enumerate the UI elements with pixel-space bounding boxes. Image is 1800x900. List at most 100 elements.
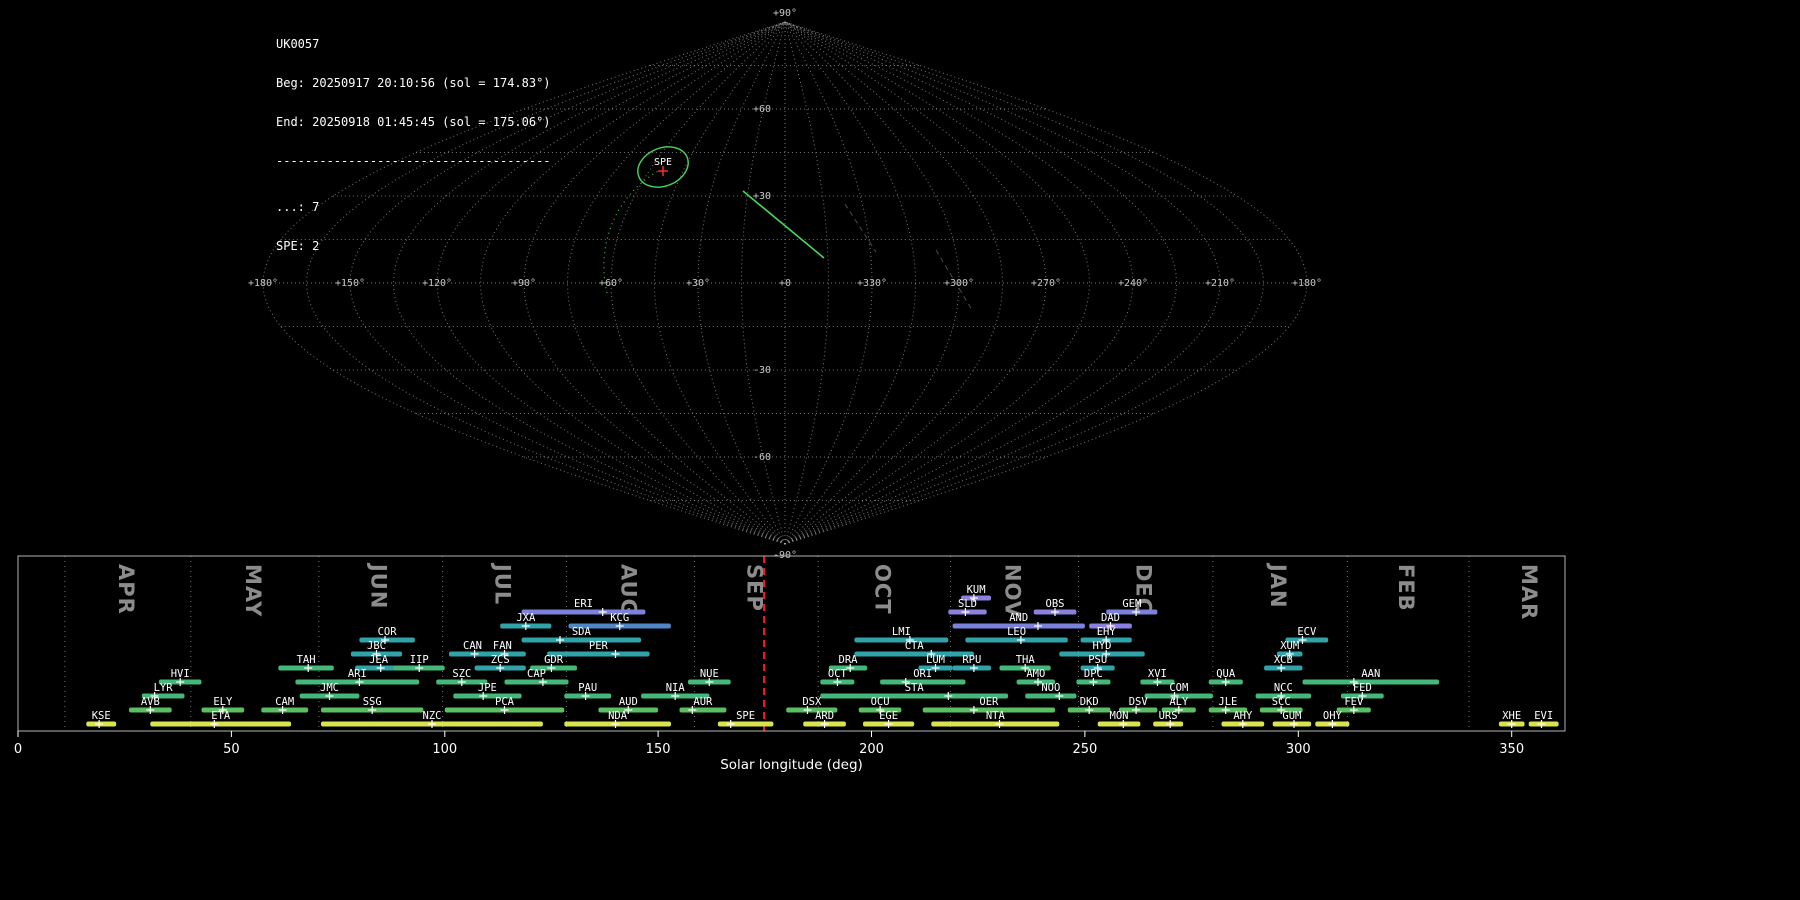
shower-bar-MON <box>1097 721 1141 727</box>
shower-code-label: HYD <box>1093 640 1112 652</box>
station-id: UK0057 <box>276 37 320 51</box>
shower-code-label: AMO <box>1026 668 1045 680</box>
shower-code-label: AUR <box>693 696 713 708</box>
shower-code-label: DAD <box>1101 612 1120 624</box>
shower-code-label: DSV <box>1129 696 1149 708</box>
map-lon-label: +0 <box>779 278 791 289</box>
shower-code-label: OCU <box>871 696 890 708</box>
month-label: SEP <box>742 564 766 612</box>
shower-code-label: AAN <box>1361 668 1380 680</box>
shower-code-label: AND <box>1009 612 1028 624</box>
shower-code-label: DKD <box>1080 696 1099 708</box>
month-label: MAR <box>1517 564 1541 620</box>
spe-count: SPE: 2 <box>276 239 320 253</box>
shower-bar-CTA <box>854 651 974 657</box>
map-lat-label: -60 <box>753 452 771 463</box>
meteor-trail <box>844 203 877 253</box>
shower-code-label: EHY <box>1097 626 1117 638</box>
shower-code-label: XCB <box>1274 654 1293 666</box>
shower-bar-ETA <box>150 721 292 727</box>
month-label: APR <box>114 564 138 615</box>
shower-bar-LMI <box>854 637 949 643</box>
shower-code-label: CTA <box>905 640 925 652</box>
shower-code-label: RPU <box>962 654 981 666</box>
shower-code-label: TAH <box>297 654 316 666</box>
map-lon-label: +300° <box>944 278 974 289</box>
shower-code-label: XHE <box>1502 710 1521 722</box>
shower-code-label: LMI <box>892 626 911 638</box>
x-axis-tick-label: 200 <box>859 742 884 757</box>
map-lon-label: +120° <box>422 278 452 289</box>
shower-bar-NOO <box>1025 693 1077 699</box>
shower-code-label: ERI <box>574 598 593 610</box>
shower-code-label: ARI <box>348 668 367 680</box>
shower-code-label: STA <box>905 682 925 694</box>
shower-code-label: CAM <box>275 696 294 708</box>
shower-code-label: JMC <box>320 682 339 694</box>
shower-code-label: JXA <box>516 612 536 624</box>
shower-code-label: PSU <box>1088 654 1107 666</box>
map-lat-label: -30 <box>753 365 771 376</box>
shower-code-label: COM <box>1169 682 1188 694</box>
shower-code-label: SSG <box>363 696 382 708</box>
x-axis-tick-label: 300 <box>1286 742 1311 757</box>
shower-code-label: THA <box>1016 654 1036 666</box>
shower-code-label: LEO <box>1007 626 1026 638</box>
map-lat-label: +30 <box>753 191 771 202</box>
shower-code-label: IIP <box>410 654 429 666</box>
map-lat-label: +60 <box>753 104 771 115</box>
shower-code-label: OBS <box>1046 598 1065 610</box>
shower-code-label: ECV <box>1297 626 1317 638</box>
shower-code-label: SDA <box>572 626 592 638</box>
shower-code-label: JPE <box>478 682 497 694</box>
shower-code-label: GDR <box>544 654 564 666</box>
observation-info: UK0057 Beg: 20250917 20:10:56 (sol = 174… <box>276 12 551 279</box>
shower-code-label: JEA <box>369 654 389 666</box>
meteor-trail <box>742 190 825 259</box>
map-lon-label: +60° <box>599 278 623 289</box>
shower-code-label: DSX <box>802 696 822 708</box>
shower-code-label: ELY <box>213 696 233 708</box>
shower-code-label: ORI <box>913 668 932 680</box>
x-axis-tick-label: 100 <box>432 742 457 757</box>
shower-code-label: QUA <box>1216 668 1236 680</box>
end-time: End: 20250918 01:45:45 (sol = 175.06°) <box>276 115 551 129</box>
shower-code-label: FAN <box>493 640 512 652</box>
shower-bar-CAP <box>504 679 569 685</box>
shower-code-label: SPE <box>736 710 755 722</box>
shower-code-label: AHY <box>1233 710 1253 722</box>
month-label: JUN <box>367 562 391 609</box>
shower-code-label: SCC <box>1272 696 1291 708</box>
month-label: OCT <box>870 564 894 615</box>
month-label: FEB <box>1394 564 1418 612</box>
map-lon-label: +180° <box>1292 278 1322 289</box>
shower-code-label: XVI <box>1148 668 1167 680</box>
map-lon-label: +90° <box>512 278 536 289</box>
shower-code-label: PAU <box>578 682 597 694</box>
map-lon-label: +150° <box>335 278 365 289</box>
map-lon-label: +210° <box>1205 278 1235 289</box>
meteor-radiant-app: +180° +150° +120° +90° +60° +30° +0 +330° +300° +… <box>0 0 1800 900</box>
shower-code-label: ARD <box>815 710 834 722</box>
sporadic-count: ...: 7 <box>276 200 320 214</box>
shower-bar-NTA <box>931 721 1060 727</box>
shower-bar-SDA <box>521 637 642 643</box>
shower-code-label: ALY <box>1169 696 1189 708</box>
month-label: JUL <box>491 562 515 605</box>
shower-code-label: CAP <box>527 668 546 680</box>
shower-code-label: AVB <box>141 696 160 708</box>
shower-code-label: JLE <box>1218 696 1237 708</box>
shower-code-label: FEV <box>1344 696 1364 708</box>
radiant-drift-path <box>603 169 661 294</box>
x-axis-tick-label: 50 <box>223 742 240 757</box>
map-lon-label: +180° <box>248 278 278 289</box>
begin-time: Beg: 20250917 20:10:56 (sol = 174.83°) <box>276 76 551 90</box>
shower-code-label: XUM <box>1280 640 1299 652</box>
shower-code-label: OER <box>979 696 999 708</box>
month-label: NOV <box>1001 564 1025 618</box>
shower-code-label: KSE <box>92 710 111 722</box>
map-lon-label: +270° <box>1031 278 1061 289</box>
shower-code-label: CAN <box>463 640 482 652</box>
month-label: JAN <box>1266 562 1290 609</box>
map-lon-label: +330° <box>857 278 887 289</box>
